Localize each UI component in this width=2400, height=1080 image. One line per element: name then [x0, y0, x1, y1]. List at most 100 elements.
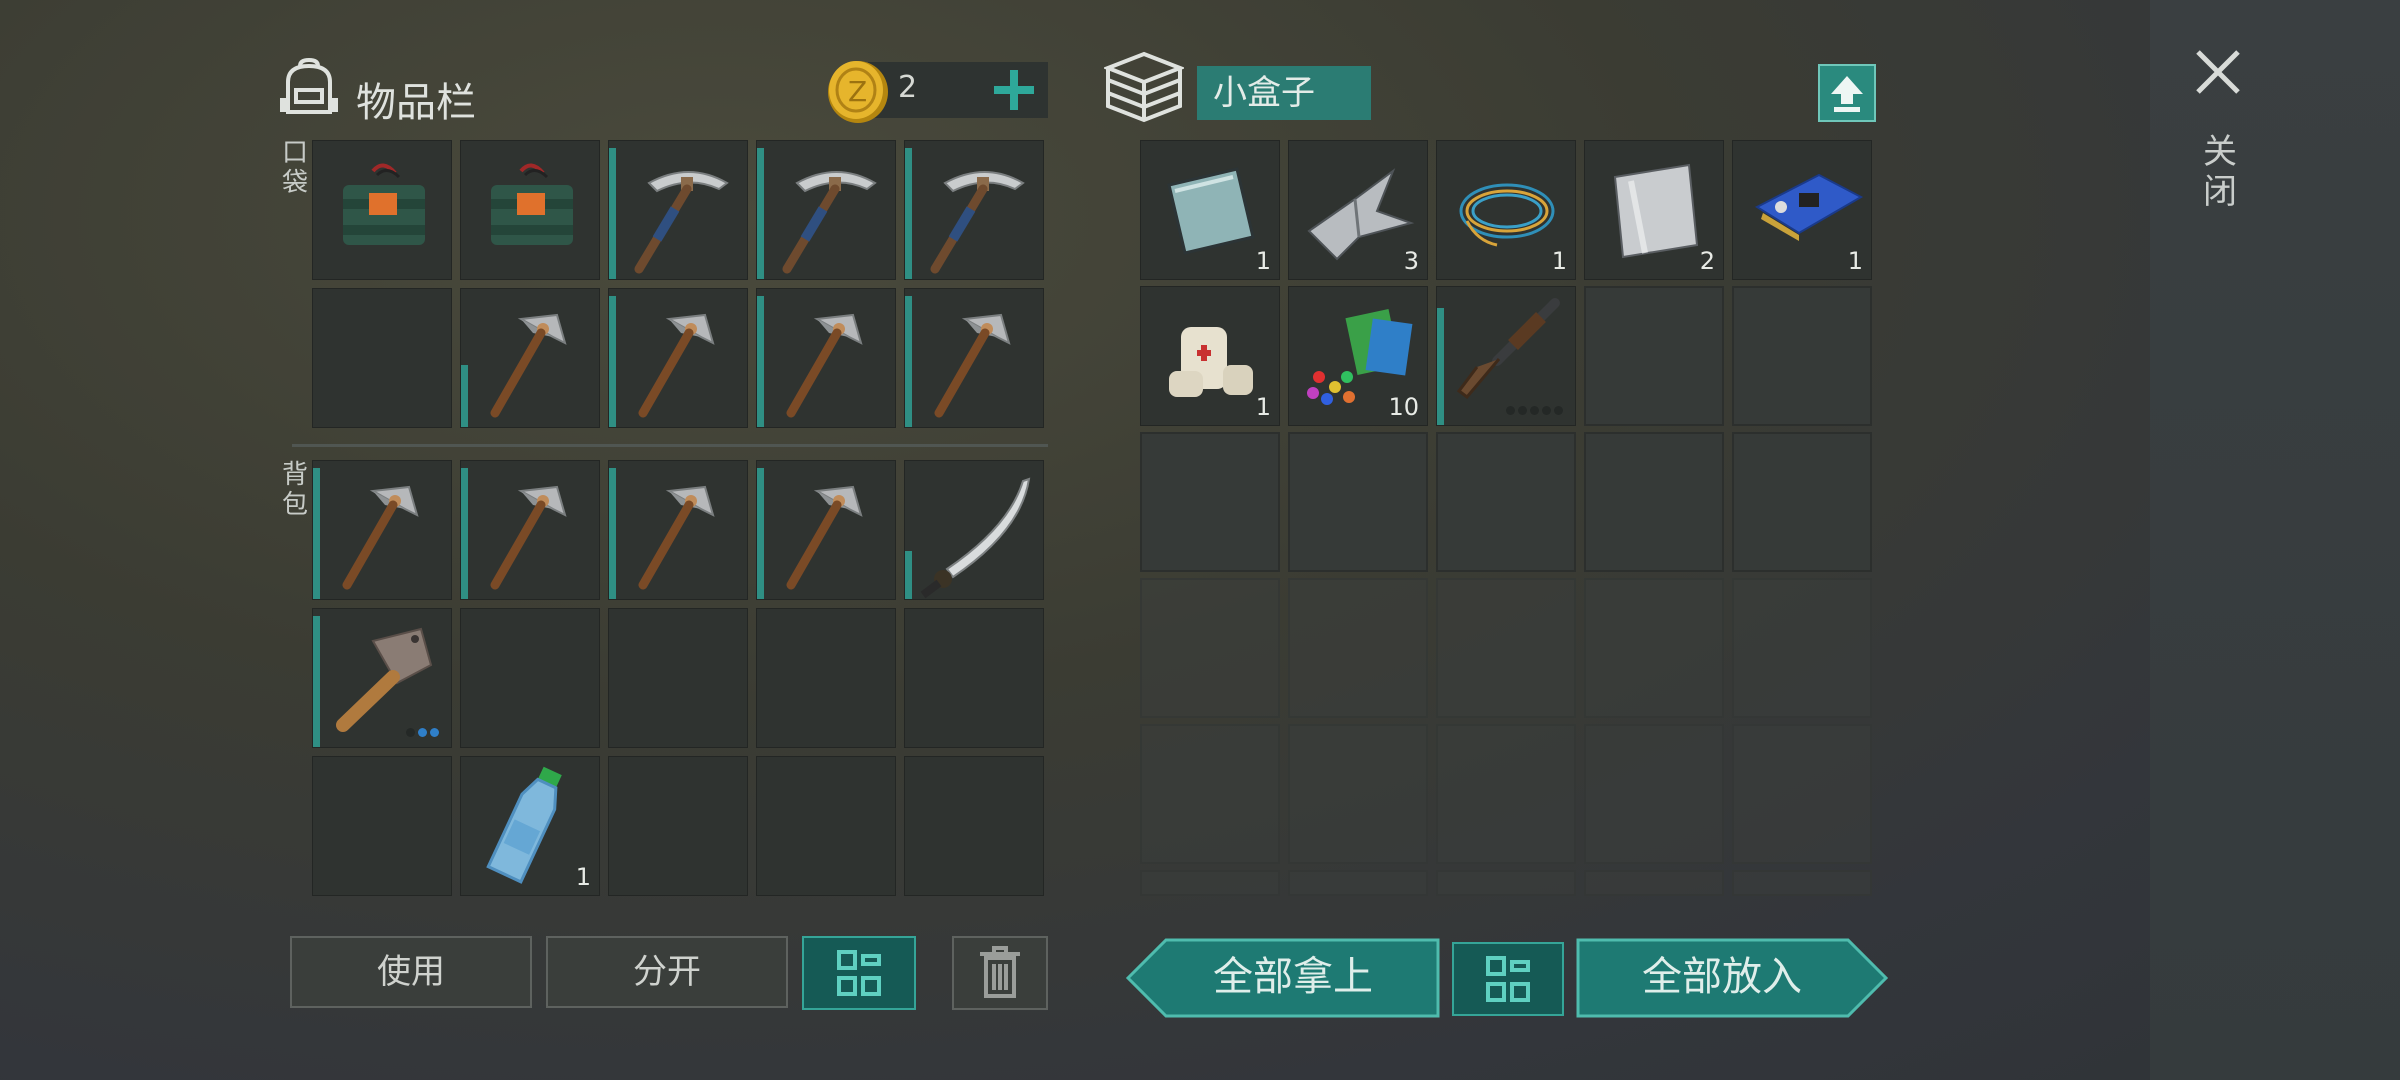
backpack-slot[interactable]	[608, 756, 748, 896]
box-slot[interactable]	[1288, 432, 1428, 572]
item-quantity: 1	[1847, 247, 1863, 275]
box-slot[interactable]	[1584, 724, 1724, 864]
box-slot[interactable]: 1	[1436, 140, 1576, 280]
backpack-slot[interactable]	[904, 756, 1044, 896]
sort-box-button[interactable]	[1452, 942, 1564, 1016]
durability-bar	[609, 468, 616, 599]
backpack-slot[interactable]	[608, 608, 748, 748]
item-quantity: 1	[575, 863, 591, 891]
box-slot[interactable]	[1140, 724, 1280, 864]
item-quantity: 1	[1551, 247, 1567, 275]
pickaxe-stone-icon	[786, 313, 863, 418]
trash-button[interactable]	[952, 936, 1048, 1010]
box-slot[interactable]	[1288, 870, 1428, 896]
battery-pack-icon	[343, 163, 425, 245]
backpack-slot[interactable]	[756, 608, 896, 748]
item-quantity: 3	[1403, 247, 1419, 275]
coin-icon: Z	[828, 61, 888, 123]
box-slot[interactable]	[1140, 578, 1280, 718]
box-slot[interactable]	[1732, 432, 1872, 572]
box-slot[interactable]	[1436, 286, 1576, 426]
durability-bar	[609, 296, 616, 427]
box-slot[interactable]	[1732, 286, 1872, 426]
durability-bar	[905, 296, 912, 427]
box-slot[interactable]	[1436, 724, 1576, 864]
take-all-button[interactable]: 全部拿上	[1125, 938, 1440, 1018]
box-slot[interactable]	[1584, 870, 1724, 896]
grid-sort-icon	[1486, 956, 1530, 1002]
item-quantity: 10	[1388, 393, 1419, 421]
box-slot[interactable]	[1288, 724, 1428, 864]
backpack-slot[interactable]	[312, 756, 452, 896]
box-slot[interactable]	[1732, 724, 1872, 864]
box-slot[interactable]: 1	[1140, 140, 1280, 280]
durability-bar	[905, 551, 912, 599]
pickaxe-stone-icon	[786, 485, 863, 590]
durability-bar	[757, 296, 764, 427]
pickaxe-stone-icon	[490, 313, 567, 418]
pickaxe-blue-icon	[782, 171, 877, 274]
durability-bar	[461, 468, 468, 599]
backpack-slot[interactable]	[460, 608, 600, 748]
coin-count: 2	[898, 70, 918, 105]
backpack-slot[interactable]	[312, 460, 452, 600]
pocket-slot[interactable]	[904, 140, 1044, 280]
box-slot[interactable]: 3	[1288, 140, 1428, 280]
use-button[interactable]: 使用	[290, 936, 532, 1008]
backpack-slot[interactable]	[756, 756, 896, 896]
backpack-slot[interactable]	[608, 460, 748, 600]
box-slot[interactable]	[1436, 432, 1576, 572]
pocket-slot[interactable]	[608, 288, 748, 428]
backpack-slot[interactable]	[460, 460, 600, 600]
katana-icon	[920, 477, 1031, 599]
durability-bar	[461, 365, 468, 427]
box-slot[interactable]	[1288, 578, 1428, 718]
box-slot[interactable]	[1436, 578, 1576, 718]
close-button[interactable]	[2190, 44, 2246, 100]
box-slot[interactable]: 2	[1584, 140, 1724, 280]
pocket-slot[interactable]	[312, 140, 452, 280]
pickaxe-stone-icon	[342, 485, 419, 590]
pocket-slot[interactable]	[904, 288, 1044, 428]
sort-inventory-button[interactable]	[802, 936, 916, 1010]
box-slot[interactable]	[1584, 432, 1724, 572]
split-button[interactable]: 分开	[546, 936, 788, 1008]
durability-bar	[1437, 308, 1444, 425]
backpack-slot[interactable]	[756, 460, 896, 600]
pocket-slot[interactable]	[756, 288, 896, 428]
backpack-slot[interactable]	[904, 608, 1044, 748]
pocket-slot[interactable]	[460, 288, 600, 428]
upload-arrow-icon	[1831, 76, 1863, 112]
box-slot[interactable]	[1732, 578, 1872, 718]
pickaxe-blue-icon	[930, 171, 1025, 274]
box-slot[interactable]	[1140, 870, 1280, 896]
box-slot[interactable]	[1732, 870, 1872, 896]
durability-bar	[757, 468, 764, 599]
box-slot[interactable]	[1140, 432, 1280, 572]
item-quantity: 2	[1699, 247, 1715, 275]
durability-bar	[313, 616, 320, 747]
put-all-button[interactable]: 全部放入	[1576, 938, 1889, 1018]
box-name: 小盒子	[1197, 66, 1371, 120]
pocket-slot[interactable]	[312, 288, 452, 428]
box-slot[interactable]: 1	[1140, 286, 1280, 426]
box-slot[interactable]	[1584, 286, 1724, 426]
backpack-slot[interactable]	[904, 460, 1044, 600]
pocket-slot[interactable]	[460, 140, 600, 280]
box-slot[interactable]: 1	[1732, 140, 1872, 280]
backpack-slot[interactable]	[312, 608, 452, 748]
item-quantity: 1	[1255, 247, 1271, 275]
item-quantity: 1	[1255, 393, 1271, 421]
box-slot[interactable]: 10	[1288, 286, 1428, 426]
close-label[interactable]: 关闭	[2200, 132, 2240, 212]
battery-pack-icon	[491, 163, 573, 245]
box-slot[interactable]	[1436, 870, 1576, 896]
pocket-slot[interactable]	[608, 140, 748, 280]
pocket-slot[interactable]	[756, 140, 896, 280]
box-slot[interactable]	[1584, 578, 1724, 718]
inventory-title: 物品栏	[356, 80, 476, 126]
pickaxe-stone-icon	[490, 485, 567, 590]
backpack-slot[interactable]: 1	[460, 756, 600, 896]
add-coins-button[interactable]	[990, 64, 1040, 116]
upload-button[interactable]	[1818, 64, 1876, 122]
